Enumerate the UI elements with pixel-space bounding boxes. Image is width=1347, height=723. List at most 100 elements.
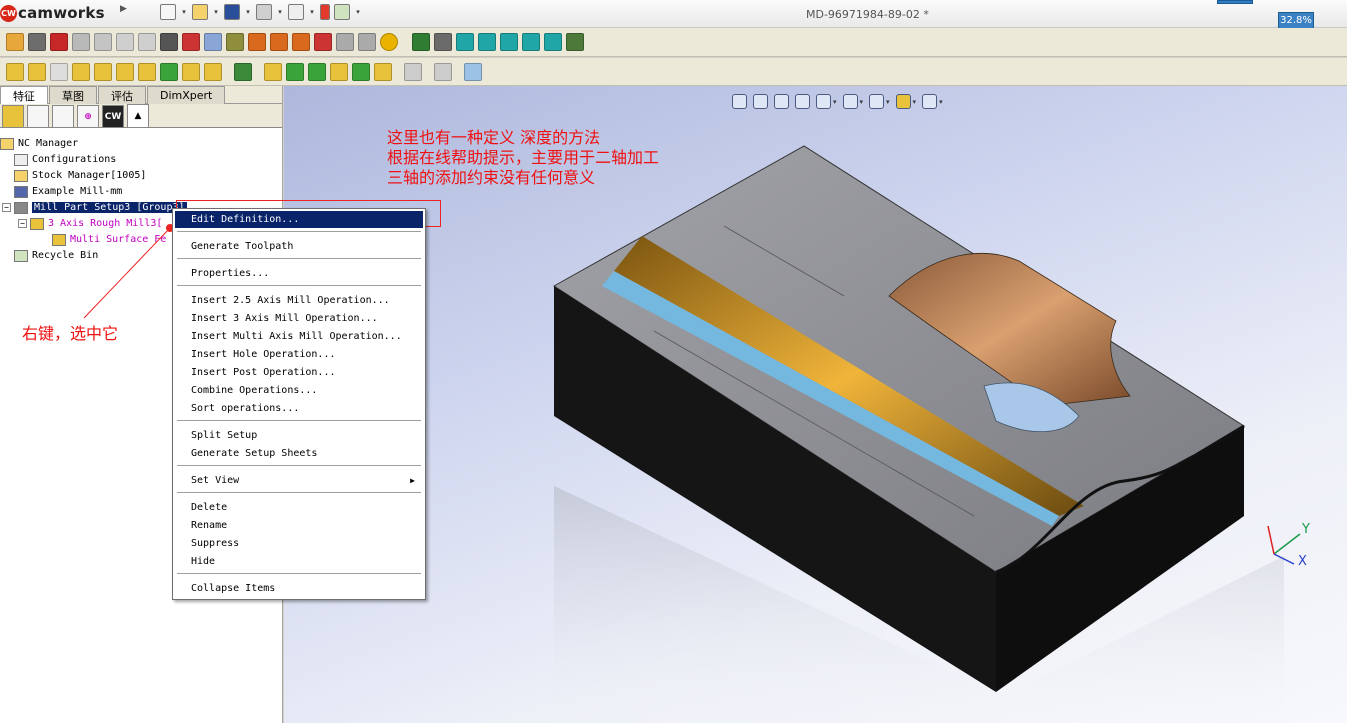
- new-document-icon[interactable]: [160, 4, 176, 20]
- revolve-icon[interactable]: [28, 62, 46, 81]
- publish-icon[interactable]: [336, 33, 354, 51]
- select-icon[interactable]: [456, 33, 474, 51]
- chevron-down-icon[interactable]: ▾: [212, 8, 220, 16]
- menu-item-combine[interactable]: Combine Operations...: [175, 382, 423, 399]
- expand-toggle-icon[interactable]: −: [2, 203, 11, 212]
- select-3-icon[interactable]: [500, 33, 518, 51]
- sweep-icon[interactable]: [50, 62, 68, 81]
- print-icon[interactable]: [256, 4, 272, 20]
- help-icon[interactable]: [380, 33, 398, 51]
- configuration-manager-tab-icon[interactable]: [52, 105, 74, 127]
- chevron-down-icon[interactable]: ▾: [276, 8, 284, 16]
- fillet-icon[interactable]: [94, 62, 112, 81]
- reference-geometry-icon[interactable]: [404, 62, 422, 81]
- graphics-viewport[interactable]: ▾ ▾ ▾ ▾ ▾ Y X 这里也有一种定义 深度的方法 根据在线帮助提示，主要…: [284, 86, 1347, 723]
- extract-features-icon[interactable]: [50, 33, 68, 51]
- tree-item-stock-manager[interactable]: Stock Manager[1005]: [14, 168, 146, 183]
- menu-item-insert-hole[interactable]: Insert Hole Operation...: [175, 346, 423, 363]
- camworks-operation-tree-tab-icon[interactable]: ▲: [127, 104, 149, 127]
- app-logo[interactable]: CW camworks: [0, 2, 128, 24]
- menu-item-insert-25-axis[interactable]: Insert 2.5 Axis Mill Operation...: [175, 292, 423, 309]
- window-control-strip[interactable]: [1217, 0, 1253, 4]
- chevron-down-icon[interactable]: ▾: [180, 8, 188, 16]
- menu-item-insert-3-axis[interactable]: Insert 3 Axis Mill Operation...: [175, 310, 423, 327]
- chamfer-icon[interactable]: [116, 62, 134, 81]
- toggle-icon[interactable]: [566, 33, 584, 51]
- generate-plan-icon[interactable]: [72, 33, 90, 51]
- insert-tool-icon[interactable]: [292, 33, 310, 51]
- options-icon[interactable]: [334, 4, 350, 20]
- curves-icon[interactable]: [434, 62, 452, 81]
- simulate-icon[interactable]: [116, 33, 134, 51]
- feature-tree-icon[interactable]: [412, 33, 430, 51]
- select-5-icon[interactable]: [544, 33, 562, 51]
- tree-item-recycle-bin[interactable]: Recycle Bin: [14, 248, 98, 263]
- dome-icon[interactable]: [330, 62, 348, 81]
- tree-item-rough-mill[interactable]: − 3 Axis Rough Mill3[: [18, 216, 162, 231]
- stock-manager-icon[interactable]: [28, 33, 46, 51]
- post-process-icon[interactable]: [160, 33, 178, 51]
- chevron-down-icon[interactable]: ▾: [244, 8, 252, 16]
- define-machine-icon[interactable]: [6, 33, 24, 51]
- expand-toggle-icon[interactable]: −: [18, 219, 27, 228]
- tab-dimxpert[interactable]: DimXpert: [147, 86, 226, 104]
- feature-manager-tab-icon[interactable]: [2, 105, 24, 127]
- camworks-feature-tree-tab-icon[interactable]: CW: [102, 105, 124, 127]
- instant3d-icon[interactable]: [464, 62, 482, 81]
- open-folder-icon[interactable]: [192, 4, 208, 20]
- surface-icon[interactable]: [286, 62, 304, 81]
- save-icon[interactable]: [224, 4, 240, 20]
- menu-item-split-setup[interactable]: Split Setup: [175, 427, 423, 444]
- boundary-icon[interactable]: [308, 62, 326, 81]
- tab-evaluate[interactable]: 评估: [98, 86, 146, 104]
- menu-item-set-view[interactable]: Set View ▶: [175, 472, 423, 489]
- extrude-icon[interactable]: [6, 62, 24, 81]
- tool-library-icon[interactable]: [270, 33, 288, 51]
- menu-item-properties[interactable]: Properties...: [175, 265, 423, 282]
- tech-db-icon[interactable]: [314, 33, 332, 51]
- menu-item-rename[interactable]: Rename: [175, 517, 423, 534]
- operation-tree-icon[interactable]: [434, 33, 452, 51]
- menu-item-delete[interactable]: Delete: [175, 499, 423, 516]
- tab-sketch[interactable]: 草图: [49, 86, 97, 104]
- step-thru-icon[interactable]: [138, 33, 156, 51]
- menu-item-hide[interactable]: Hide: [175, 553, 423, 570]
- tree-item-nc-manager[interactable]: NC Manager: [0, 136, 78, 151]
- menu-item-collapse-items[interactable]: Collapse Items: [175, 580, 423, 597]
- menu-item-generate-toolpath[interactable]: Generate Toolpath: [175, 238, 423, 255]
- menu-item-setup-sheets[interactable]: Generate Setup Sheets: [175, 445, 423, 462]
- tool-crib-icon[interactable]: [248, 33, 266, 51]
- loft-icon[interactable]: [72, 62, 90, 81]
- tree-item-machine[interactable]: Example Mill-mm: [14, 184, 122, 199]
- shell-icon[interactable]: [138, 62, 156, 81]
- menu-arrow-icon[interactable]: ▶: [120, 4, 127, 14]
- rebuild-traffic-light-icon[interactable]: [320, 4, 330, 20]
- chevron-down-icon[interactable]: ▾: [354, 8, 362, 16]
- setup-sheet-icon[interactable]: [204, 33, 222, 51]
- chevron-down-icon[interactable]: ▾: [308, 8, 316, 16]
- linear-pattern-icon[interactable]: [234, 62, 252, 81]
- menu-item-insert-post[interactable]: Insert Post Operation...: [175, 364, 423, 381]
- dimxpert-manager-tab-icon[interactable]: ⊕: [77, 105, 99, 127]
- draft-icon[interactable]: [182, 62, 200, 81]
- tab-features[interactable]: 特征: [0, 86, 48, 104]
- split-icon[interactable]: [374, 62, 392, 81]
- undo-icon[interactable]: [288, 4, 304, 20]
- menu-item-edit-definition[interactable]: Edit Definition...: [175, 211, 423, 228]
- tree-item-multi-surface[interactable]: Multi Surface Fe: [52, 232, 166, 247]
- select-2-icon[interactable]: [478, 33, 496, 51]
- rib-icon[interactable]: [160, 62, 178, 81]
- tree-item-configurations[interactable]: Configurations: [14, 152, 116, 167]
- toolpath-icon[interactable]: [94, 33, 112, 51]
- settings-icon[interactable]: [358, 33, 376, 51]
- select-4-icon[interactable]: [522, 33, 540, 51]
- mirror-icon[interactable]: [264, 62, 282, 81]
- sort-icon[interactable]: [226, 33, 244, 51]
- pattern-icon[interactable]: [204, 62, 222, 81]
- curve-icon[interactable]: [352, 62, 370, 81]
- tree-item-mill-part-setup[interactable]: − Mill Part Setup3 [Group3]: [2, 200, 187, 215]
- menu-item-insert-multi-axis[interactable]: Insert Multi Axis Mill Operation...: [175, 328, 423, 345]
- menu-item-suppress[interactable]: Suppress: [175, 535, 423, 552]
- cut-icon[interactable]: [182, 33, 200, 51]
- property-manager-tab-icon[interactable]: [27, 105, 49, 127]
